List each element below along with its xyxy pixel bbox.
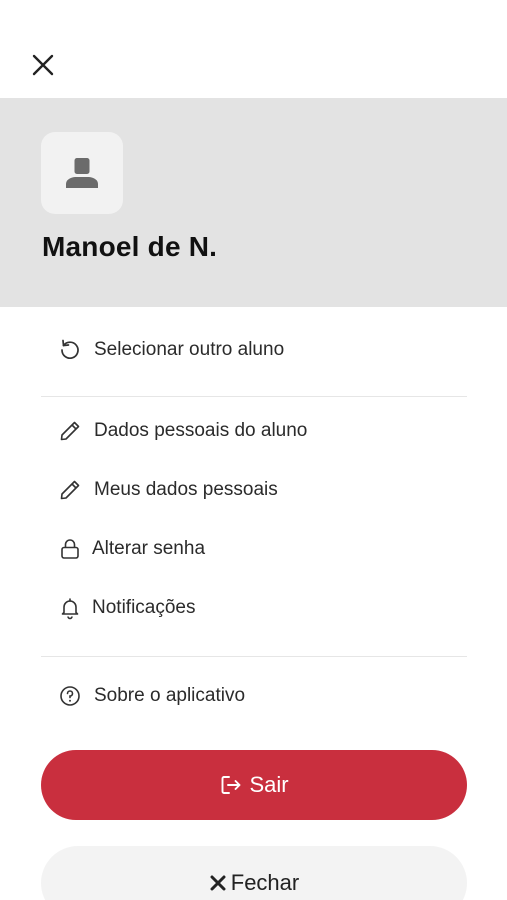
close-menu-button[interactable] (28, 50, 58, 80)
profile-header: Manoel de N. (0, 98, 507, 307)
menu-item-select-student[interactable]: Selecionar outro aluno (58, 332, 458, 368)
menu-item-label: Notificações (92, 597, 196, 618)
menu-item-change-password[interactable]: Alterar senha (58, 531, 458, 567)
menu-item-label: Sobre o aplicativo (94, 685, 246, 706)
profile-name: Manoel de N. (42, 231, 218, 262)
logout-label: Sair (249, 772, 289, 797)
pencil-icon (58, 477, 84, 503)
menu-item-label: Dados pessoais do aluno (94, 420, 308, 441)
divider (41, 656, 467, 657)
menu-item-my-personal-data[interactable]: Meus dados pessoais (58, 472, 458, 508)
logout-button[interactable]: Sair (41, 750, 467, 820)
undo-icon (58, 337, 84, 363)
menu-item-label: Selecionar outro aluno (94, 339, 285, 360)
menu-item-about-app[interactable]: Sobre o aplicativo (58, 678, 458, 714)
menu-item-student-personal-data[interactable]: Dados pessoais do aluno (58, 413, 458, 449)
close-icon (210, 875, 226, 891)
pencil-icon (58, 418, 84, 444)
logout-icon (221, 776, 241, 794)
menu-item-notifications[interactable]: Notificações (58, 590, 458, 626)
close-label: Fechar (230, 870, 300, 895)
divider (41, 396, 467, 397)
menu-item-label: Alterar senha (92, 538, 206, 559)
close-icon (32, 54, 54, 76)
menu-item-label: Meus dados pessoais (94, 479, 278, 500)
avatar (41, 132, 123, 214)
side-menu: Manoel de N. Selecionar outro aluno Dado… (0, 0, 507, 900)
bell-icon (58, 595, 84, 621)
help-circle-icon (58, 683, 84, 709)
lock-icon (58, 536, 84, 562)
user-icon (66, 158, 98, 188)
close-button[interactable]: Fechar (41, 846, 467, 900)
